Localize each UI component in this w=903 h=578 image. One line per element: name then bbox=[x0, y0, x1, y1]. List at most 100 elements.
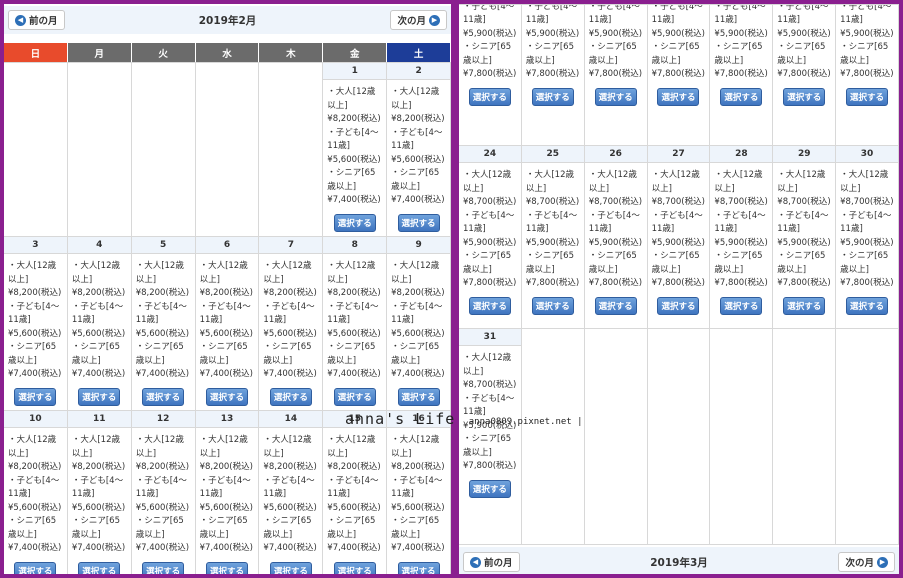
select-date-button[interactable]: 選択する bbox=[657, 87, 700, 106]
ticket-price-senior: ¥7,800(税込) bbox=[714, 278, 768, 288]
select-date-button[interactable]: 選択する bbox=[397, 387, 440, 406]
empty-day-cell bbox=[195, 63, 260, 237]
price-list: ・大人[12歳以上] ¥8,200(税込) ・子ども[4～11歳] ¥5,600(税込… bbox=[323, 80, 386, 208]
ticket-price-child: ¥5,600(税込) bbox=[135, 328, 190, 339]
month-nav-mar: ◀ 前の月 2019年3月 次の月 ▶ bbox=[459, 547, 899, 574]
select-date-button[interactable]: 選択する bbox=[78, 561, 121, 574]
select-date-button[interactable]: 選択する bbox=[78, 387, 121, 406]
calendar-february: ◀ 前の月 2019年2月 次の月 ▶ 日 月 火 水 木 金 土 1 ・大人[1… bbox=[0, 0, 455, 578]
select-date-button[interactable]: 選択する bbox=[397, 213, 440, 232]
ticket-price-adult: ¥8,700(税込) bbox=[777, 197, 831, 207]
day-number: 25 bbox=[521, 146, 584, 163]
ticket-price-adult: ¥8,700(税込) bbox=[588, 197, 643, 207]
ticket-price-child: ¥5,900(税込) bbox=[840, 28, 894, 39]
ticket-type-child: ・子ども[4～11歳] bbox=[714, 210, 766, 235]
ticket-price-child: ¥5,600(税込) bbox=[263, 328, 317, 339]
select-date-button[interactable]: 選択する bbox=[142, 561, 185, 574]
ticket-type-child: ・子ども[4～11歳] bbox=[463, 210, 515, 235]
ticket-price-senior: ¥7,800(税込) bbox=[651, 69, 705, 79]
day-cell: 6 ・大人[12歳以上] ¥8,200(税込) ・子ども[4～11歳] ¥5,600(税… bbox=[195, 237, 260, 411]
ticket-price-senior: ¥7,800(税込) bbox=[840, 69, 894, 79]
select-date-button[interactable]: 選択する bbox=[14, 387, 57, 406]
day-number: 2 bbox=[387, 63, 450, 80]
select-date-button[interactable]: 選択する bbox=[14, 561, 57, 574]
day-number: 4 bbox=[67, 237, 131, 254]
next-month-button[interactable]: 次の月 ▶ bbox=[838, 552, 895, 572]
ticket-type-senior: ・シニア[65歳以上] bbox=[588, 42, 637, 66]
ticket-price-adult: ¥8,200(税込) bbox=[327, 462, 381, 472]
weekday-mon: 月 bbox=[67, 43, 132, 62]
select-date-button[interactable]: 選択する bbox=[397, 561, 440, 574]
ticket-price-adult: ¥8,200(税込) bbox=[327, 114, 381, 124]
select-date-button[interactable]: 選択する bbox=[783, 87, 826, 106]
select-date-button[interactable]: 選択する bbox=[333, 213, 376, 232]
ticket-type-adult: ・大人[12歳以上] bbox=[135, 435, 184, 459]
ticket-price-senior: ¥7,400(税込) bbox=[71, 543, 126, 553]
feb-calendar-grid: 1 ・大人[12歳以上] ¥8,200(税込) ・子ども[4～11歳] ¥5,600(税… bbox=[4, 62, 451, 574]
select-date-button[interactable]: 選択する bbox=[846, 296, 889, 315]
select-date-button[interactable]: 選択する bbox=[269, 561, 312, 574]
select-date-button[interactable]: 選択する bbox=[783, 296, 826, 315]
select-date-button[interactable]: 選択する bbox=[142, 387, 185, 406]
ticket-price-adult: ¥8,200(税込) bbox=[391, 462, 445, 472]
select-date-button[interactable]: 選択する bbox=[468, 296, 511, 315]
ticket-type-child: ・子ども[4～11歳] bbox=[71, 475, 124, 500]
select-date-button[interactable]: 選択する bbox=[468, 479, 511, 498]
ticket-type-child: ・子ども[4～11歳] bbox=[391, 127, 443, 152]
select-date-button[interactable]: 選択する bbox=[594, 87, 637, 106]
day-cell: ¥8,700(税込)・子ども[4～11歳]¥5,900(税込)・シニア[65歳以… bbox=[836, 5, 899, 146]
day-cell: 12 ・大人[12歳以上] ¥8,200(税込) ・子ども[4～11歳] ¥5,600(… bbox=[131, 411, 196, 574]
ticket-type-senior: ・シニア[65歳以上] bbox=[71, 342, 120, 366]
day-cell: ¥8,700(税込)・子ども[4～11歳]¥5,900(税込)・シニア[65歳以… bbox=[521, 5, 585, 146]
day-cell: 16 ・大人[12歳以上] ¥8,200(税込) ・子ども[4～11歳] ¥5,600(… bbox=[387, 411, 451, 574]
select-date-button[interactable]: 選択する bbox=[594, 296, 637, 315]
ticket-price-senior: ¥7,400(税込) bbox=[199, 369, 253, 379]
ticket-price-child: ¥5,900(税込) bbox=[588, 28, 643, 39]
select-date-button[interactable]: 選択する bbox=[531, 87, 574, 106]
prev-month-button[interactable]: ◀ 前の月 bbox=[463, 552, 520, 572]
ticket-price-senior: ¥7,800(税込) bbox=[651, 278, 705, 288]
ticket-type-adult: ・大人[12歳以上] bbox=[525, 170, 574, 194]
ticket-type-senior: ・シニア[65歳以上] bbox=[263, 516, 312, 540]
ticket-type-senior: ・シニア[65歳以上] bbox=[463, 434, 512, 458]
select-date-button[interactable]: 選択する bbox=[205, 387, 248, 406]
day-cell: 7 ・大人[12歳以上] ¥8,200(税込) ・子ども[4～11歳] ¥5,600(税… bbox=[259, 237, 324, 411]
select-date-button[interactable]: 選択する bbox=[720, 87, 763, 106]
ticket-price-adult: ¥8,700(税込) bbox=[525, 197, 580, 207]
prev-month-button[interactable]: ◀ 前の月 bbox=[8, 10, 65, 30]
ticket-price-adult: ¥8,200(税込) bbox=[135, 288, 190, 298]
select-date-button[interactable]: 選択する bbox=[657, 296, 700, 315]
empty-day-cell bbox=[131, 63, 196, 237]
ticket-type-adult: ・大人[12歳以上] bbox=[777, 170, 826, 194]
ticket-price-senior: ¥7,400(税込) bbox=[135, 543, 190, 553]
ticket-type-child: ・子ども[4～11歳] bbox=[840, 5, 892, 25]
day-number: 30 bbox=[836, 146, 898, 163]
ticket-price-senior: ¥7,800(税込) bbox=[463, 69, 517, 79]
ticket-price-child: ¥5,900(税込) bbox=[714, 237, 768, 248]
ticket-type-senior: ・シニア[65歳以上] bbox=[463, 42, 512, 66]
ticket-price-senior: ¥7,400(税込) bbox=[8, 369, 62, 379]
day-cell: 5 ・大人[12歳以上] ¥8,200(税込) ・子ども[4～11歳] ¥5,600(税… bbox=[131, 237, 196, 411]
select-date-button[interactable]: 選択する bbox=[333, 561, 376, 574]
next-month-button[interactable]: 次の月 ▶ bbox=[390, 10, 447, 30]
next-month-label: 次の月 bbox=[845, 558, 874, 569]
day-cell: 3 ・大人[12歳以上] ¥8,200(税込) ・子ども[4～11歳] ¥5,600(税… bbox=[4, 237, 68, 411]
empty-day-cell bbox=[773, 329, 837, 545]
ticket-type-senior: ・シニア[65歳以上] bbox=[525, 42, 574, 66]
ticket-price-adult: ¥8,200(税込) bbox=[71, 462, 126, 472]
empty-day-cell bbox=[647, 329, 711, 545]
select-date-button[interactable]: 選択する bbox=[269, 387, 312, 406]
select-date-button[interactable]: 選択する bbox=[846, 87, 889, 106]
price-list: ・大人[12歳以上] ¥8,200(税込) ・子ども[4～11歳] ¥5,600(税込… bbox=[259, 428, 322, 556]
ticket-type-child: ・子ども[4～11歳] bbox=[463, 5, 515, 25]
select-date-button[interactable]: 選択する bbox=[205, 561, 248, 574]
ticket-type-child: ・子ども[4～11歳] bbox=[135, 475, 187, 500]
ticket-price-child: ¥5,600(税込) bbox=[199, 502, 253, 513]
select-date-button[interactable]: 選択する bbox=[468, 87, 511, 106]
day-number: 7 bbox=[259, 237, 323, 254]
select-date-button[interactable]: 選択する bbox=[720, 296, 763, 315]
watermark-url: anna0809.pixnet.net | bbox=[468, 417, 583, 427]
select-date-button[interactable]: 選択する bbox=[333, 387, 376, 406]
ticket-price-adult: ¥8,200(税込) bbox=[391, 114, 445, 124]
select-date-button[interactable]: 選択する bbox=[531, 296, 574, 315]
